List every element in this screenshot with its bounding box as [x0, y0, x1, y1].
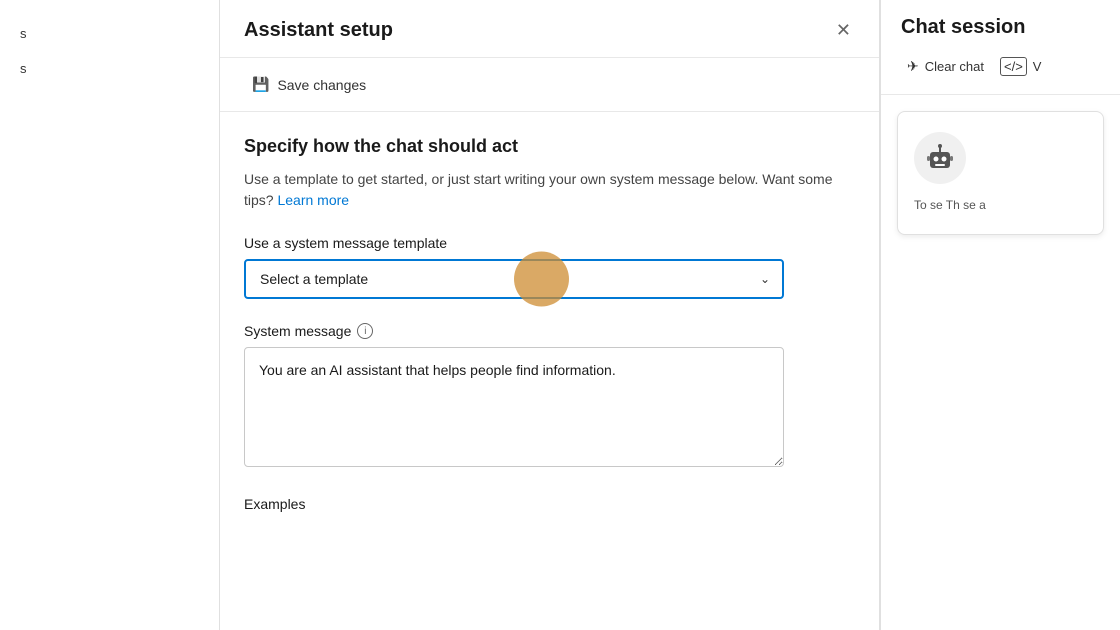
sidebar-item-2[interactable]: s	[0, 51, 219, 86]
chat-title: Chat session	[901, 16, 1100, 39]
template-label-text: Use a system message template	[244, 235, 447, 251]
clear-chat-button[interactable]: ✈ Clear chat	[901, 52, 990, 81]
bot-card-text: To se Th se a	[914, 196, 986, 214]
learn-more-link[interactable]: Learn more	[277, 192, 349, 208]
template-select-wrapper: Select a template ⌄	[244, 259, 784, 299]
section-title: Specify how the chat should act	[244, 136, 855, 157]
close-button[interactable]: ✕	[832, 16, 855, 45]
system-message-label: System message i	[244, 323, 855, 339]
save-changes-button[interactable]: 💾 Save changes	[244, 70, 374, 99]
clear-chat-label: Clear chat	[925, 59, 984, 74]
panel-title: Assistant setup	[244, 19, 393, 42]
bot-card: To se Th se a	[897, 111, 1104, 235]
view-code-button[interactable]: </> V	[994, 51, 1047, 82]
info-icon: i	[357, 323, 373, 339]
chat-session-panel: Chat session ✈ Clear chat </> V	[880, 0, 1120, 630]
section-description: Use a template to get started, or just s…	[244, 169, 855, 211]
assistant-setup-panel: Assistant setup ✕ 💾 Save changes Specify…	[220, 0, 880, 630]
template-select[interactable]: Select a template	[244, 259, 784, 299]
view-code-icon: </>	[1000, 57, 1027, 76]
chat-actions: ✈ Clear chat </> V	[901, 51, 1100, 82]
bot-icon	[924, 142, 956, 174]
system-message-label-text: System message	[244, 323, 351, 339]
template-label: Use a system message template	[244, 235, 855, 251]
system-message-form-group: System message i You are an AI assistant…	[244, 323, 855, 472]
app-layout: s s Assistant setup ✕ 💾 Save changes Spe…	[0, 0, 1120, 630]
clear-chat-icon: ✈	[907, 58, 919, 75]
panel-content: Specify how the chat should act Use a te…	[220, 112, 879, 630]
sidebar-item-label-2: s	[20, 61, 27, 76]
examples-label: Examples	[244, 496, 855, 512]
bot-card-content: To se Th se a	[914, 198, 986, 212]
close-icon: ✕	[836, 20, 851, 41]
view-code-label: V	[1033, 59, 1042, 74]
panel-header: Assistant setup ✕	[220, 0, 879, 58]
toolbar: 💾 Save changes	[220, 58, 879, 112]
bot-icon-wrapper	[914, 132, 966, 184]
save-changes-label: Save changes	[277, 77, 366, 93]
template-form-group: Use a system message template Select a t…	[244, 235, 855, 299]
chat-content: To se Th se a	[881, 95, 1120, 630]
sidebar-item-label-1: s	[20, 26, 27, 41]
sidebar: s s	[0, 0, 220, 630]
sidebar-item-1[interactable]: s	[0, 16, 219, 51]
save-icon: 💾	[252, 76, 269, 93]
chat-header: Chat session ✈ Clear chat </> V	[881, 0, 1120, 95]
system-message-textarea[interactable]: You are an AI assistant that helps peopl…	[244, 347, 784, 467]
